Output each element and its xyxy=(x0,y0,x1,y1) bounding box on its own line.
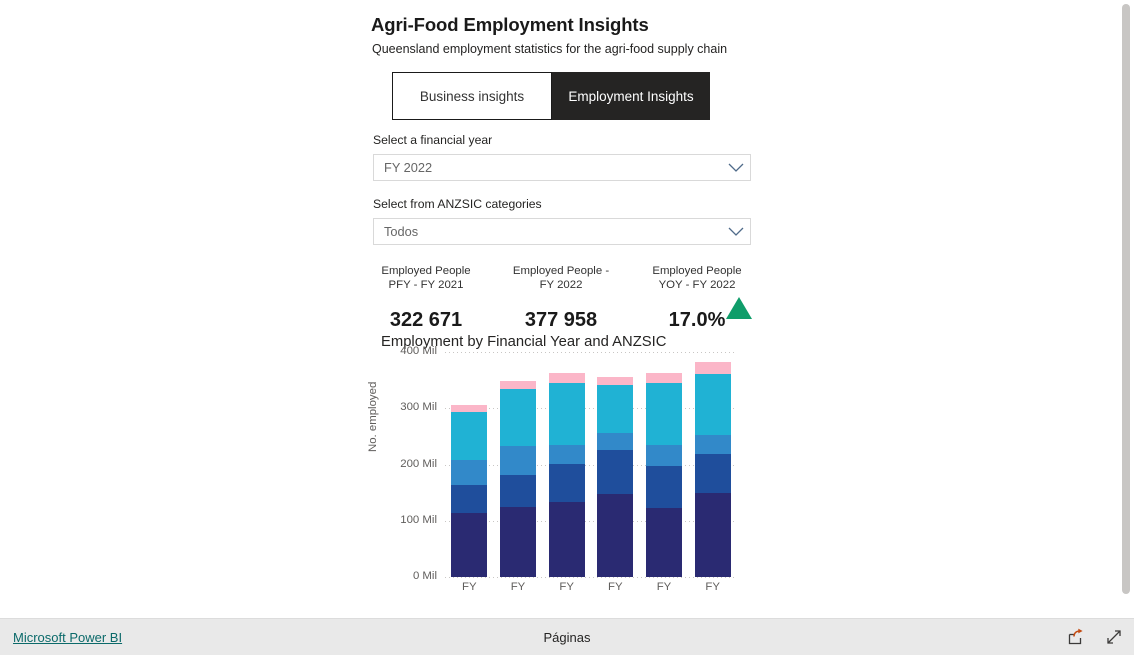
y-axis-tick-label: 0 Mil xyxy=(412,570,437,582)
bar-segment[interactable] xyxy=(548,502,585,577)
bar-segment[interactable] xyxy=(451,412,488,460)
bar-segment[interactable] xyxy=(646,382,682,445)
x-axis-tick-label: FY xyxy=(656,581,672,593)
bar-segment[interactable] xyxy=(500,388,536,446)
slicer-financial-year[interactable]: FY 2022 xyxy=(373,154,751,181)
report-footer: Microsoft Power BI Páginas xyxy=(0,618,1134,655)
y-axis-tick-label: 200 Mil xyxy=(400,457,437,470)
x-axis-tick-label: FY xyxy=(705,581,720,593)
bar-segment[interactable] xyxy=(500,507,536,577)
tab-bar: Business insights Employment Insights xyxy=(392,72,710,120)
bar-column[interactable] xyxy=(500,380,536,577)
kpi-card-employed-yoy[interactable]: Employed People YOY - FY 2022 17.0% xyxy=(642,265,752,331)
pages-label: Páginas xyxy=(543,629,591,645)
bar-segment[interactable] xyxy=(451,513,488,577)
bar-segment[interactable] xyxy=(597,433,634,450)
chevron-down-icon[interactable] xyxy=(722,218,750,245)
bar-segment[interactable] xyxy=(694,434,731,455)
bar-column[interactable] xyxy=(451,405,488,577)
tab-employment-insights[interactable]: Employment Insights xyxy=(552,72,710,120)
x-axis-tick-label: FY xyxy=(608,581,623,593)
microsoft-power-bi-link[interactable]: Microsoft Power BI xyxy=(13,630,122,645)
slicer-financial-year-label: Select a financial year xyxy=(373,133,493,147)
bar-segment[interactable] xyxy=(548,463,585,503)
x-axis-tick-label: FY xyxy=(559,581,574,593)
bar-segment[interactable] xyxy=(451,405,488,413)
slicer-anzsic-categories[interactable]: Todos xyxy=(373,218,751,245)
bar-segment[interactable] xyxy=(646,508,682,577)
bar-segment[interactable] xyxy=(597,493,634,577)
bar-segment[interactable] xyxy=(500,474,536,508)
x-axis-tick-label: FY xyxy=(462,581,477,593)
y-axis-tick-label: 400 Mil xyxy=(400,345,437,357)
vertical-scrollbar-thumb[interactable] xyxy=(1122,4,1130,594)
y-axis-tick-label: 100 Mil xyxy=(400,513,437,526)
kpi-title: Employed People YOY - FY 2022 xyxy=(652,265,742,291)
power-bi-embedded-report: Agri-Food Employment Insights Queensland… xyxy=(0,0,1134,655)
bar-segment[interactable] xyxy=(548,373,585,383)
page-title: Agri-Food Employment Insights xyxy=(371,14,649,35)
kpi-value: 377 958 xyxy=(524,309,598,331)
bar-segment[interactable] xyxy=(646,372,682,383)
bar-segment[interactable] xyxy=(646,466,682,509)
stacked-column-chart[interactable]: No. employed 0 Mil 100 Mil 200 Mil 300 Mil 4… xyxy=(367,345,771,618)
bar-segment[interactable] xyxy=(597,377,634,385)
bar-segment[interactable] xyxy=(548,445,585,464)
footer-icons xyxy=(1066,627,1124,647)
slicer-anzsic-value: Todos xyxy=(384,224,419,239)
bar-segment[interactable] xyxy=(500,445,536,475)
y-axis-tick-label: 300 Mil xyxy=(400,401,437,414)
kpi-card-employed-fy[interactable]: Employed People - FY 2022 377 958 xyxy=(506,265,616,331)
y-axis-title: No. employed xyxy=(367,381,379,452)
tab-business-insights-label: Business insights xyxy=(419,88,525,104)
bar-segment[interactable] xyxy=(548,382,585,446)
tab-employment-insights-label: Employment Insights xyxy=(568,88,694,104)
bar-segment[interactable] xyxy=(597,449,634,494)
bar-column[interactable] xyxy=(548,373,585,577)
bar-column[interactable] xyxy=(646,372,682,577)
vertical-scrollbar[interactable] xyxy=(1120,2,1132,616)
trend-up-icon xyxy=(726,297,752,319)
bar-segment[interactable] xyxy=(597,384,634,433)
kpi-value: 322 671 xyxy=(389,309,463,331)
bar-segment[interactable] xyxy=(500,380,536,389)
page-subtitle: Queensland employment statistics for the… xyxy=(372,42,728,56)
report-canvas: Agri-Food Employment Insights Queensland… xyxy=(367,0,771,618)
gridline xyxy=(445,577,737,578)
tab-business-insights[interactable]: Business insights xyxy=(392,72,552,120)
x-axis-tick-label: FY xyxy=(510,581,526,593)
bar-segment[interactable] xyxy=(694,454,731,493)
plot-area xyxy=(445,352,737,577)
kpi-card-row: Employed People PFY - FY 2021 322 671 Em… xyxy=(371,260,771,335)
bar-segment[interactable] xyxy=(646,444,682,467)
kpi-title: Employed People - FY 2022 xyxy=(512,265,610,291)
slicer-anzsic-label: Select from ANZSIC categories xyxy=(373,197,542,211)
bar-column[interactable] xyxy=(597,377,634,577)
chevron-down-icon[interactable] xyxy=(722,154,750,181)
bar-column[interactable] xyxy=(694,362,731,577)
kpi-title: Employed People PFY - FY 2021 xyxy=(381,265,471,291)
report-viewport: Agri-Food Employment Insights Queensland… xyxy=(0,0,1118,618)
slicer-financial-year-value: FY 2022 xyxy=(384,160,433,175)
bar-segment[interactable] xyxy=(451,485,488,514)
fullscreen-icon[interactable] xyxy=(1104,627,1124,647)
bar-segment[interactable] xyxy=(694,492,731,577)
bar-segment[interactable] xyxy=(694,362,731,374)
share-icon[interactable] xyxy=(1066,627,1086,647)
bar-segment[interactable] xyxy=(694,373,731,435)
bar-segment[interactable] xyxy=(451,460,488,486)
kpi-card-employed-pfy[interactable]: Employed People PFY - FY 2021 322 671 xyxy=(371,265,481,331)
